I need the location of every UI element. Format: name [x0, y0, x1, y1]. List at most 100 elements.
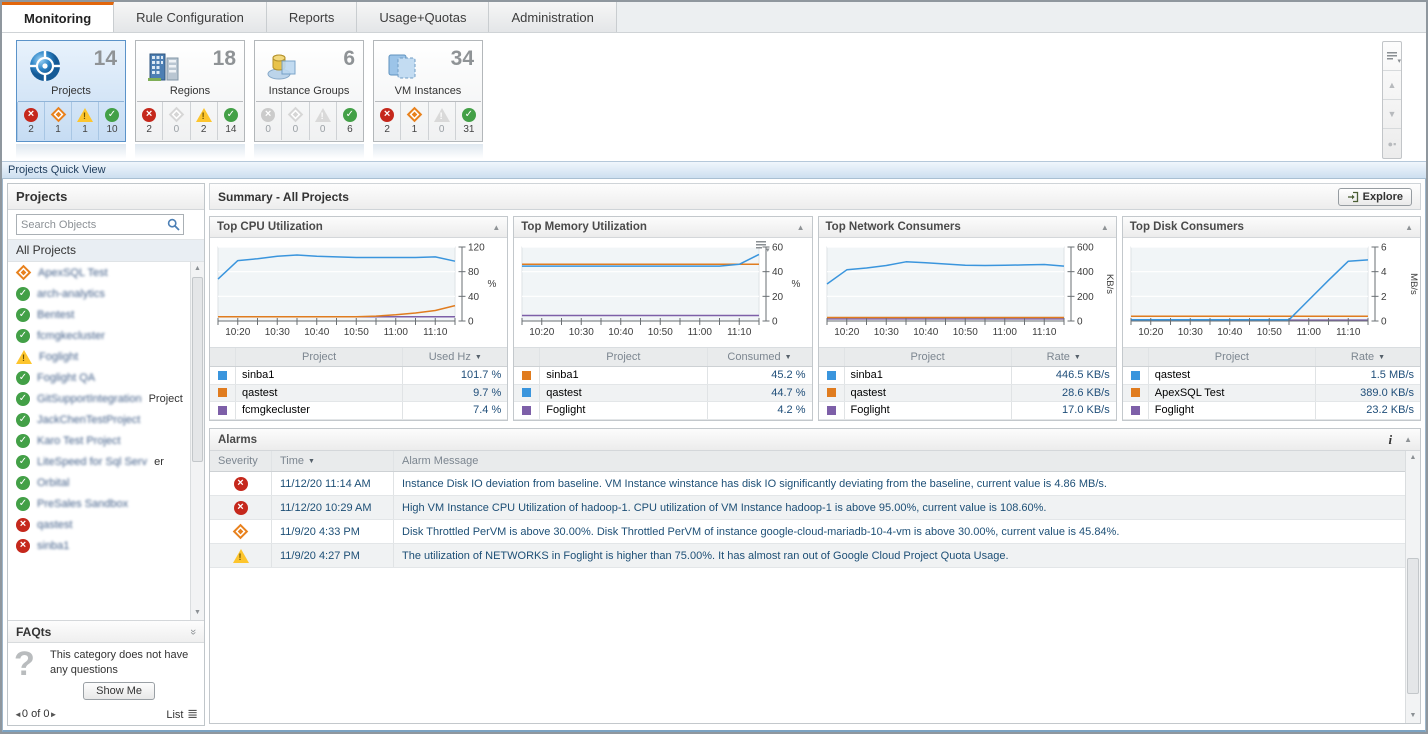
alarm-row[interactable]: ×11/12/20 10:29 AMHigh VM Instance CPU U… [210, 496, 1405, 520]
page-prev-icon[interactable]: ◄ [14, 710, 22, 719]
page-next-icon[interactable]: ► [49, 710, 57, 719]
alarms-scrollbar-thumb[interactable] [1407, 558, 1419, 695]
project-name: Foglight [39, 351, 78, 363]
sidebar-item-fcmgkecluster[interactable]: ✓fcmgkecluster [8, 325, 190, 346]
alarm-time-cell: 11/9/20 4:33 PM [272, 520, 394, 543]
tile-projects[interactable]: 14Projects×21!1✓10 [16, 40, 126, 142]
alarms-scrollbar[interactable]: ▲ ▼ [1405, 451, 1420, 723]
sidebar-item-sinba1[interactable]: ×sinba1 [8, 535, 190, 556]
status-warning[interactable]: !2 [190, 102, 217, 140]
show-me-button[interactable]: Show Me [83, 682, 155, 700]
status-critical[interactable]: ×0 [255, 102, 281, 140]
tile-options-icon[interactable]: ●▪ [1383, 129, 1401, 158]
chart-table-row[interactable]: qastest9.7 % [210, 385, 507, 403]
chart-table-row[interactable]: qastest28.6 KB/s [819, 385, 1116, 403]
alarm-row[interactable]: !11/9/20 4:27 PMThe utilization of NETWO… [210, 544, 1405, 568]
chart-table-row[interactable]: ApexSQL Test389.0 KB/s [1123, 385, 1420, 403]
alarm-row[interactable]: 11/9/20 4:33 PMDisk Throttled PerVM is a… [210, 520, 1405, 544]
chart-table-row[interactable]: Foglight23.2 KB/s [1123, 402, 1420, 420]
tile-instance-groups[interactable]: 6Instance Groups×00!0✓6 [254, 40, 364, 142]
status-fatal[interactable]: 0 [281, 102, 308, 140]
scroll-up-icon[interactable]: ▲ [1383, 71, 1401, 100]
chart-collapse-icon[interactable]: ▲ [1405, 223, 1413, 232]
sidebar-item-jackchentestproject[interactable]: ✓JackChenTestProject [8, 409, 190, 430]
status-normal[interactable]: ✓10 [98, 102, 125, 140]
search-icon[interactable] [167, 218, 180, 231]
value-column-header[interactable]: Consumed▼ [708, 348, 812, 366]
tile-status-row: ×20!2✓14 [136, 102, 244, 140]
alarms-scrollbar-up-icon[interactable]: ▲ [1406, 451, 1420, 465]
status-normal[interactable]: ✓31 [455, 102, 482, 140]
chart-table-row[interactable]: qastest1.5 MB/s [1123, 367, 1420, 385]
alarms-collapse-icon[interactable]: ▲ [1404, 435, 1412, 444]
summary-title: Summary - All Projects [218, 190, 349, 204]
time-column-header[interactable]: Time▼ [272, 451, 394, 471]
tab-monitoring[interactable]: Monitoring [2, 2, 114, 32]
scrollbar-up-icon[interactable]: ▲ [191, 262, 204, 276]
status-fatal[interactable]: 1 [44, 102, 71, 140]
value-column-header[interactable]: Rate▼ [1316, 348, 1420, 366]
message-column-header: Alarm Message [394, 451, 1405, 471]
alarms-body: SeverityTime▼Alarm Message×11/12/20 11:1… [210, 451, 1420, 723]
chart-table-row[interactable]: sinba1101.7 % [210, 367, 507, 385]
status-warning[interactable]: !0 [309, 102, 336, 140]
status-warning[interactable]: !1 [71, 102, 98, 140]
sidebar-item-presales-sandbox[interactable]: ✓PreSales Sandbox [8, 493, 190, 514]
tab-rule-configuration[interactable]: Rule Configuration [114, 2, 267, 32]
list-view-toggle[interactable]: List ≣ [166, 706, 198, 722]
chart-table-row[interactable]: fcmgkecluster7.4 % [210, 402, 507, 420]
sidebar-item-karo-test-project[interactable]: ✓Karo Test Project [8, 430, 190, 451]
tab-label: Reports [289, 10, 335, 25]
tab-reports[interactable]: Reports [267, 2, 358, 32]
chart-menu-icon[interactable] [756, 241, 766, 249]
chart-collapse-icon[interactable]: ▲ [492, 223, 500, 232]
project-list-scrollbar[interactable]: ▲ ▼ [190, 262, 204, 620]
sidebar-item-apexsql-test[interactable]: ApexSQL Test [8, 262, 190, 283]
chart-table-row[interactable]: Foglight4.2 % [514, 402, 811, 420]
chart-table-row[interactable]: sinba145.2 % [514, 367, 811, 385]
status-fatal[interactable]: 0 [162, 102, 189, 140]
tile-vm-instances[interactable]: 34VM Instances×21!0✓31 [373, 40, 483, 142]
faqts-collapse-icon[interactable]: » [187, 628, 199, 634]
chart-collapse-icon[interactable]: ▲ [797, 223, 805, 232]
sidebar-item-all-projects[interactable]: All Projects [8, 240, 204, 262]
explore-button[interactable]: Explore [1338, 188, 1412, 206]
status-warning[interactable]: !0 [428, 102, 455, 140]
scrollbar-thumb[interactable] [192, 277, 203, 462]
sidebar-item-bentest[interactable]: ✓Bentest [8, 304, 190, 325]
scroll-down-icon[interactable]: ▼ [1383, 100, 1401, 129]
chart-table: ProjectRate▼sinba1446.5 KB/sqastest28.6 … [819, 347, 1116, 420]
top-disk-consumers-chart: 10:2010:3010:4010:5011:0011:100246MB/s [1123, 238, 1420, 347]
status-normal[interactable]: ✓14 [217, 102, 244, 140]
tile-regions[interactable]: 18Regions×20!2✓14 [135, 40, 245, 142]
status-fatal[interactable]: 1 [400, 102, 427, 140]
value-column-header[interactable]: Used Hz▼ [403, 348, 507, 366]
chart-table-row[interactable]: sinba1446.5 KB/s [819, 367, 1116, 385]
value-cell: 44.7 % [708, 385, 812, 402]
sidebar-item-foglight[interactable]: !Foglight [8, 346, 190, 367]
status-normal[interactable]: ✓6 [336, 102, 363, 140]
value-column-header[interactable]: Rate▼ [1012, 348, 1116, 366]
sidebar-item-foglight-qa[interactable]: ✓Foglight QA [8, 367, 190, 388]
search-input[interactable] [17, 219, 167, 231]
tab-administration[interactable]: Administration [489, 2, 616, 32]
sidebar-item-litespeed-for-sql-server[interactable]: ✓LiteSpeed for Sql Server [8, 451, 190, 472]
chart-collapse-icon[interactable]: ▲ [1101, 223, 1109, 232]
sidebar-item-gitsupportintegrationproject[interactable]: ✓GitSupportIntegrationProject [8, 388, 190, 409]
alarms-scrollbar-down-icon[interactable]: ▼ [1406, 709, 1420, 723]
alarm-row[interactable]: ×11/12/20 11:14 AMInstance Disk IO devia… [210, 472, 1405, 496]
faqts-message: This category does not have any question… [50, 649, 188, 705]
chart-table-row[interactable]: Foglight17.0 KB/s [819, 402, 1116, 420]
sidebar-item-arch-analytics[interactable]: ✓arch-analytics [8, 283, 190, 304]
sort-menu-icon[interactable] [1383, 42, 1401, 71]
scrollbar-down-icon[interactable]: ▼ [191, 606, 204, 620]
project-list: ApexSQL Test✓arch-analytics✓Bentest✓fcmg… [8, 262, 190, 620]
status-critical[interactable]: ×2 [136, 102, 162, 140]
chart-table-row[interactable]: qastest44.7 % [514, 385, 811, 403]
sidebar-item-qastest[interactable]: ×qastest [8, 514, 190, 535]
status-critical[interactable]: ×2 [17, 102, 44, 140]
status-critical[interactable]: ×2 [374, 102, 400, 140]
tab-usage-quotas[interactable]: Usage+Quotas [357, 2, 489, 32]
sidebar-item-orbital[interactable]: ✓Orbital [8, 472, 190, 493]
info-icon[interactable]: i [1388, 432, 1392, 448]
